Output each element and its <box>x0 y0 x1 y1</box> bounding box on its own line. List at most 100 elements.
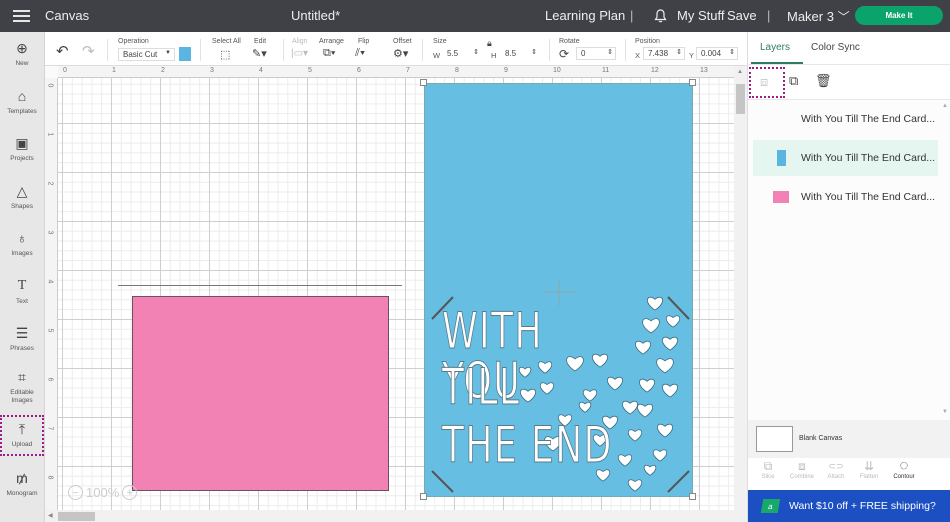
layers-scrollbar[interactable]: ▲ ▼ <box>940 100 950 420</box>
document-title[interactable]: Untitled* <box>291 8 340 23</box>
rotate-input[interactable]: 0 ⇕ <box>576 47 616 60</box>
monogram-icon: ₥ <box>16 470 28 486</box>
align-icon[interactable]: |▭▾ <box>291 48 308 59</box>
zoom-out-button[interactable]: − <box>68 485 83 500</box>
slice-button[interactable]: ⧉ Slice <box>750 458 786 480</box>
lightbulb-icon: ♁ <box>16 230 28 246</box>
flatten-button[interactable]: ⇊ Flatten <box>851 458 887 480</box>
lock-icon[interactable]: 🔒︎ <box>487 38 492 49</box>
layer-item[interactable]: With You Till The End Card... <box>753 179 938 215</box>
group-icon[interactable]: ⧈ <box>760 74 768 90</box>
ruler-tick-label: 1 <box>46 132 54 137</box>
sidebar-item-text[interactable]: T Text <box>0 278 44 306</box>
resize-handle-bottom-right[interactable] <box>689 493 696 500</box>
stepper-icon[interactable]: ⇕ <box>607 48 613 56</box>
heart-shape <box>657 423 673 438</box>
sidebar-item-new[interactable]: ⊕ New <box>0 40 44 68</box>
heart-shape <box>662 336 678 351</box>
attach-icon: ⊂⊃ <box>828 461 844 471</box>
ruler-tick-label: 11 <box>602 67 610 74</box>
scroll-left-icon[interactable]: ◀ <box>48 512 53 519</box>
edit-pencil-icon[interactable]: ✎▾ <box>252 47 267 60</box>
sidebar-item-shapes[interactable]: △ Shapes <box>0 183 44 211</box>
layers-panel: Layers Color Sync ⧈ ⧉ 🗑︎ With You Till T… <box>747 32 950 522</box>
vertical-scrollbar[interactable]: ▲ <box>734 66 747 510</box>
ruler-tick-label: 3 <box>46 230 54 235</box>
machine-selector[interactable]: Maker 3 ﹀ <box>787 8 850 25</box>
card-text-line-3: THE END <box>442 416 613 474</box>
flip-icon[interactable]: ⫽▾ <box>355 47 365 60</box>
blank-canvas-row[interactable]: Blank Canvas <box>748 420 950 458</box>
operation-select[interactable]: Basic Cut ▼ <box>118 48 175 61</box>
zoom-in-button[interactable]: + <box>122 485 138 500</box>
stepper-icon[interactable]: ⇕ <box>531 48 537 56</box>
ruler-tick-label: 0 <box>46 83 54 88</box>
height-input[interactable]: 8.5 ⇕ <box>500 47 540 60</box>
arrange-icon[interactable]: ⧉▾ <box>323 47 335 60</box>
undo-icon[interactable]: ↶ <box>56 42 69 60</box>
rotate-value: 0 <box>581 49 586 58</box>
stepper-icon[interactable]: ⇕ <box>473 48 479 56</box>
ruler-tick-label: 4 <box>46 279 54 284</box>
resize-handle-top-left[interactable] <box>420 79 427 86</box>
shapes-icon: △ <box>16 183 28 199</box>
sidebar-item-label: Shapes <box>10 203 34 210</box>
resize-handle-top-right[interactable] <box>689 79 696 86</box>
sidebar-item-projects[interactable]: ▣ Projects <box>0 135 44 163</box>
y-position-input[interactable]: 0.004 ⇕ <box>696 47 738 60</box>
tab-color-sync[interactable]: Color Sync <box>811 42 860 53</box>
save-button[interactable]: Save <box>727 8 757 23</box>
operation-label: Operation <box>118 38 149 45</box>
hamburger-menu-icon[interactable] <box>13 10 30 22</box>
learning-plan-link[interactable]: Learning Plan <box>545 8 625 23</box>
design-canvas[interactable]: 0 1 2 3 4 5 6 7 8 9 10 11 12 13 012345678 WITH YOU TI… <box>45 66 747 522</box>
duplicate-icon[interactable]: ⧉ <box>789 73 798 89</box>
x-label: X <box>635 51 641 60</box>
heart-shape <box>662 383 678 398</box>
ruler-tick-label: 0 <box>63 67 67 74</box>
resize-handle-bottom-left[interactable] <box>420 493 427 500</box>
layer-name: With You Till The End Card... <box>801 113 936 125</box>
blue-card-layer[interactable]: WITH YOU TILL THE END <box>424 83 693 497</box>
operation-color-swatch[interactable] <box>179 47 191 61</box>
sidebar-item-templates[interactable]: ⌂ Templates <box>0 88 44 116</box>
offset-icon[interactable]: ⚙▾ <box>393 47 408 60</box>
scroll-up-icon[interactable]: ▲ <box>942 103 948 109</box>
heart-shape <box>665 315 681 328</box>
my-stuff-link[interactable]: My Stuff <box>677 8 724 23</box>
contour-icon: ◌ <box>899 457 909 474</box>
promo-banner[interactable]: a Want $10 off + FREE shipping? <box>748 490 950 522</box>
make-it-button[interactable]: Make It <box>855 6 943 25</box>
combine-button[interactable]: ⧈ Combine <box>784 458 820 480</box>
redo-icon[interactable]: ↷ <box>82 42 95 60</box>
tab-layers[interactable]: Layers <box>760 42 790 53</box>
pink-rectangle-layer[interactable] <box>132 296 389 491</box>
layer-item[interactable]: With You Till The End Card... <box>753 140 938 176</box>
rotate-icon[interactable]: ⟳ <box>559 47 569 61</box>
scroll-down-icon[interactable]: ▼ <box>942 409 948 415</box>
top-bar: Canvas Untitled* Learning Plan | My Stuf… <box>0 0 950 32</box>
projects-icon: ▣ <box>15 135 29 151</box>
layer-item[interactable]: With You Till The End Card... <box>753 101 938 137</box>
attach-button[interactable]: ⊂⊃ Attach <box>818 458 854 480</box>
scrollbar-thumb[interactable] <box>58 512 95 521</box>
delete-trash-icon[interactable]: 🗑︎ <box>815 73 832 89</box>
stepper-icon[interactable]: ⇕ <box>729 48 735 56</box>
sidebar-item-monogram[interactable]: ₥ Monogram <box>0 470 44 498</box>
scrollbar-thumb[interactable] <box>736 84 745 114</box>
sidebar-item-upload[interactable]: ⤒ Upload <box>0 415 44 456</box>
x-position-input[interactable]: 7.438 ⇕ <box>643 47 685 60</box>
sidebar-item-phrases[interactable]: ☰ Phrases <box>0 325 44 353</box>
horizontal-scrollbar[interactable]: ◀ <box>45 510 747 522</box>
stepper-icon[interactable]: ⇕ <box>676 48 682 56</box>
heart-shape <box>627 479 643 492</box>
contour-button[interactable]: ◌ Contour <box>886 457 922 481</box>
width-input[interactable]: 5.5 ⇕ <box>442 47 482 60</box>
scroll-up-icon[interactable]: ▲ <box>737 69 743 75</box>
sidebar-item-images[interactable]: ♁ Images <box>0 230 44 258</box>
select-all-icon[interactable]: ⬚ <box>220 48 230 61</box>
ruler-tick-label: 7 <box>46 426 54 431</box>
heart-shape <box>652 449 668 462</box>
bell-icon[interactable] <box>654 9 667 23</box>
sidebar-item-editable-images[interactable]: ⌗ Editable Images <box>0 369 44 405</box>
